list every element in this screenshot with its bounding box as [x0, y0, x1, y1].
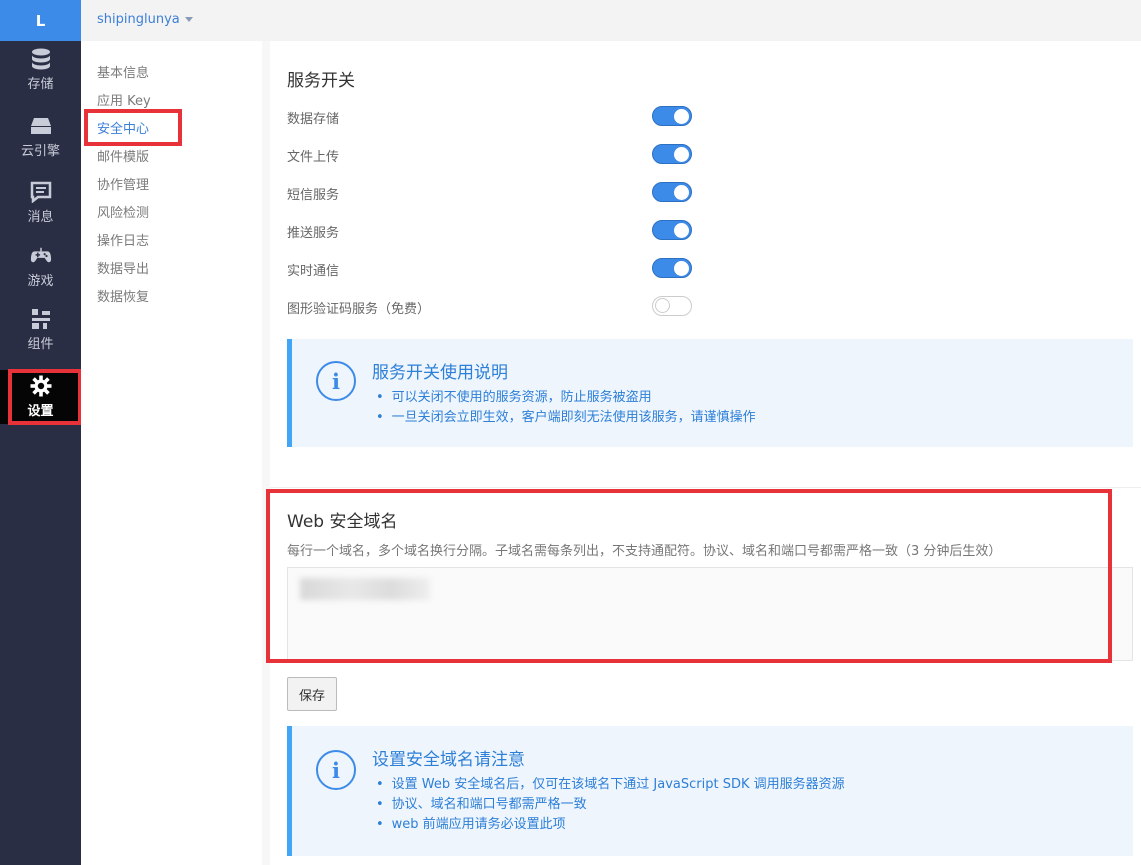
info-icon: i	[316, 361, 356, 401]
submenu-item-operation-log[interactable]: 操作日志	[97, 230, 149, 249]
settings-panel: 服务开关 数据存储 文件上传 短信服务 推送服务 实时通信 图形验证码服务（免费…	[270, 41, 1141, 865]
services-info-box: i 服务开关使用说明 可以关闭不使用的服务资源，防止服务被盗用 一旦关闭会立即生…	[287, 339, 1133, 447]
domains-info-item: 设置 Web 安全域名后，仅可在该域名下通过 JavaScript SDK 调用…	[376, 775, 845, 795]
highlight-box-settings	[8, 369, 82, 425]
nav-message-label: 消息	[27, 210, 54, 225]
main-sidebar: L 存储 云引擎 消息 游戏 组件 设置	[0, 0, 81, 865]
submenu-item-data-export[interactable]: 数据导出	[97, 258, 149, 277]
toggle-push[interactable]	[652, 220, 692, 240]
server-icon	[30, 115, 52, 137]
toggle-captcha[interactable]	[652, 296, 692, 316]
toggle-label-storage: 数据存储	[287, 112, 340, 127]
top-bar: shipinglunya	[81, 0, 1141, 41]
app-switcher[interactable]: shipinglunya	[97, 12, 193, 27]
nav-components[interactable]: 组件	[0, 303, 81, 357]
domains-info-title: 设置安全域名请注意	[372, 750, 525, 770]
submenu-item-data-restore[interactable]: 数据恢复	[97, 286, 149, 305]
domains-info-item: web 前端应用请务必设置此项	[376, 815, 845, 835]
toggle-knob	[674, 223, 689, 238]
app-logo[interactable]: L	[0, 0, 81, 41]
nav-cloud-engine-label: 云引擎	[20, 144, 60, 159]
submenu-item-risk-detection[interactable]: 风险检测	[97, 202, 149, 221]
submenu-item-basic-info[interactable]: 基本信息	[97, 62, 149, 81]
toggle-label-captcha: 图形验证码服务（免费）	[287, 302, 431, 317]
highlight-box-security-center	[84, 109, 182, 146]
services-info-title: 服务开关使用说明	[372, 363, 508, 383]
toggle-knob	[674, 261, 689, 276]
nav-game[interactable]: 游戏	[0, 240, 81, 294]
toggle-storage[interactable]	[652, 106, 692, 126]
app-name: shipinglunya	[97, 12, 180, 27]
toggle-file-upload[interactable]	[652, 144, 692, 164]
message-icon	[30, 181, 52, 203]
toggle-label-realtime: 实时通信	[287, 264, 340, 279]
info-icon: i	[316, 750, 356, 790]
highlight-box-web-domains	[266, 489, 1112, 663]
submenu-item-app-key[interactable]: 应用 Key	[97, 90, 151, 109]
toggle-label-file-upload: 文件上传	[287, 150, 340, 165]
nav-game-label: 游戏	[27, 274, 54, 289]
domains-info-box: i 设置安全域名请注意 设置 Web 安全域名后，仅可在该域名下通过 JavaS…	[287, 726, 1133, 856]
caret-down-icon	[184, 17, 193, 22]
toggle-knob	[674, 185, 689, 200]
toggle-knob	[655, 298, 670, 313]
section-divider	[270, 487, 1141, 488]
gamepad-icon	[30, 245, 52, 267]
nav-storage[interactable]: 存储	[0, 43, 81, 97]
services-info-item: 一旦关闭会立即生效，客户端即刻无法使用该服务，请谨慎操作	[376, 408, 756, 428]
submenu-item-collaboration[interactable]: 协作管理	[97, 174, 149, 193]
domains-info-item: 协议、域名和端口号都需严格一致	[376, 795, 845, 815]
main-content: 服务开关 数据存储 文件上传 短信服务 推送服务 实时通信 图形验证码服务（免费…	[262, 41, 1141, 865]
toggle-knob	[674, 147, 689, 162]
toggle-knob	[674, 109, 689, 124]
toggle-label-push: 推送服务	[287, 226, 340, 241]
nav-storage-label: 存储	[27, 77, 54, 92]
toggle-label-sms: 短信服务	[287, 188, 340, 203]
nav-components-label: 组件	[27, 337, 54, 352]
save-button[interactable]: 保存	[287, 677, 337, 711]
submenu-item-email-templates[interactable]: 邮件模版	[97, 146, 149, 165]
database-icon	[30, 48, 52, 70]
domains-info-list: 设置 Web 安全域名后，仅可在该域名下通过 JavaScript SDK 调用…	[376, 775, 845, 835]
nav-cloud-engine[interactable]: 云引擎	[0, 110, 81, 164]
services-info-item: 可以关闭不使用的服务资源，防止服务被盗用	[376, 388, 756, 408]
toggle-realtime[interactable]	[652, 258, 692, 278]
component-icon	[30, 308, 52, 330]
nav-message[interactable]: 消息	[0, 176, 81, 230]
services-info-list: 可以关闭不使用的服务资源，防止服务被盗用 一旦关闭会立即生效，客户端即刻无法使用…	[376, 388, 756, 428]
settings-submenu: 基本信息 应用 Key 安全中心 邮件模版 协作管理 风险检测 操作日志 数据导…	[81, 41, 262, 865]
toggle-sms[interactable]	[652, 182, 692, 202]
services-title: 服务开关	[287, 71, 355, 91]
